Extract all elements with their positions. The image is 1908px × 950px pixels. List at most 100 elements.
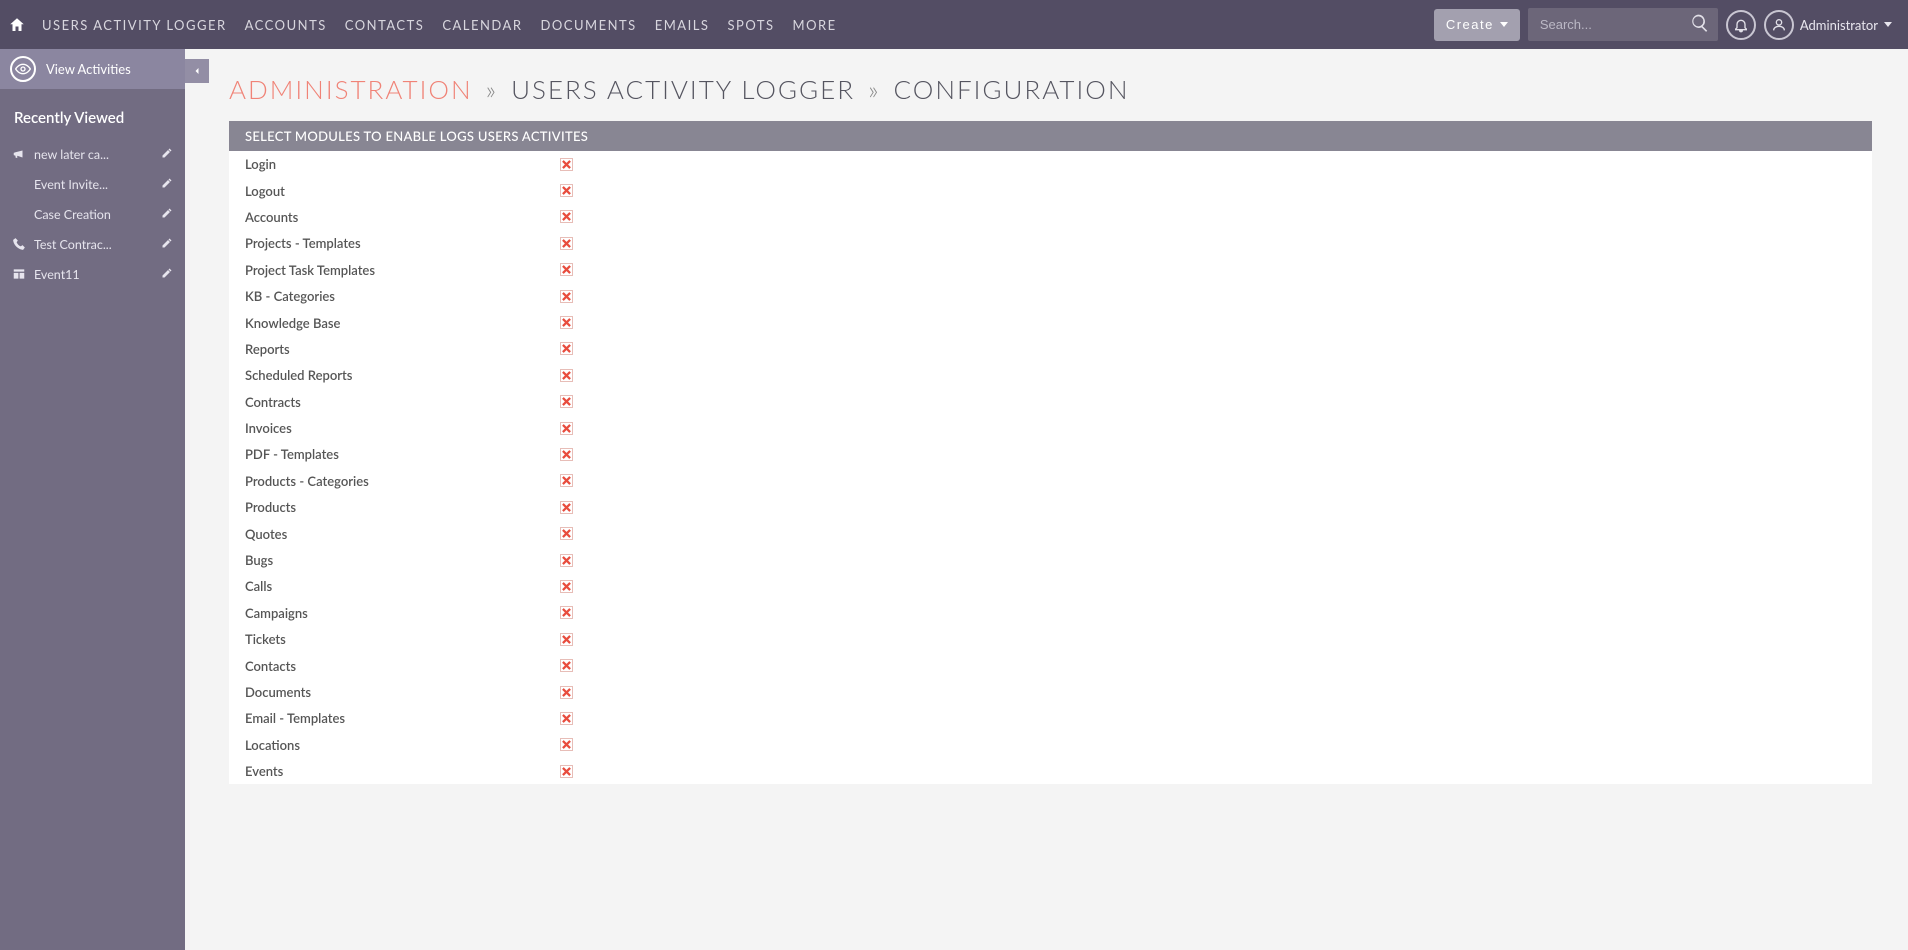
edit-icon[interactable]	[161, 267, 173, 282]
recent-item[interactable]: Event Invite...	[0, 169, 185, 199]
caret-down-icon	[1884, 22, 1892, 27]
recent-item[interactable]: new later ca...	[0, 139, 185, 169]
sidebar-tab-label: View Activities	[46, 61, 131, 77]
nav-item-emails[interactable]: Emails	[646, 0, 719, 49]
nav-item-users-activity-logger[interactable]: Users Activity Logger	[33, 0, 236, 49]
recent-item-label: new later ca...	[34, 147, 109, 162]
top-navbar: Users Activity LoggerAccountsContactsCal…	[0, 0, 1908, 49]
module-toggle-disabled[interactable]	[560, 263, 573, 276]
module-toggle-disabled[interactable]	[560, 738, 573, 751]
edit-icon[interactable]	[161, 147, 173, 162]
module-name: Email - Templates	[229, 710, 555, 726]
module-row: Documents	[229, 679, 1872, 705]
edit-icon[interactable]	[161, 177, 173, 192]
module-name: Projects - Templates	[229, 235, 555, 251]
module-toggle-disabled[interactable]	[560, 474, 573, 487]
breadcrumb-admin-link[interactable]: Administration	[229, 73, 473, 105]
sidebar: View Activities Recently Viewed new late…	[0, 49, 185, 950]
module-toggle-disabled[interactable]	[560, 686, 573, 699]
module-row: Logout	[229, 177, 1872, 203]
nav-item-contacts[interactable]: Contacts	[336, 0, 434, 49]
search-box[interactable]	[1528, 8, 1718, 41]
nav-item-accounts[interactable]: Accounts	[236, 0, 336, 49]
module-row: Knowledge Base	[229, 309, 1872, 335]
search-icon[interactable]	[1690, 13, 1710, 36]
module-toggle-disabled[interactable]	[560, 554, 573, 567]
recent-item[interactable]: Event11	[0, 259, 185, 289]
module-toggle-disabled[interactable]	[560, 527, 573, 540]
module-row: Calls	[229, 573, 1872, 599]
recent-list: new later ca... Event Invite... Case Creat…	[0, 139, 185, 289]
module-name: Knowledge Base	[229, 315, 555, 331]
module-toggle-disabled[interactable]	[560, 422, 573, 435]
sidebar-tab-view-activities[interactable]: View Activities	[0, 49, 185, 89]
module-toggle-disabled[interactable]	[560, 765, 573, 778]
module-name: PDF - Templates	[229, 446, 555, 462]
module-row: Scheduled Reports	[229, 362, 1872, 388]
module-toggle-disabled[interactable]	[560, 501, 573, 514]
module-toggle-disabled[interactable]	[560, 633, 573, 646]
nav-item-spots[interactable]: Spots	[718, 0, 783, 49]
module-name: Accounts	[229, 209, 555, 225]
module-name: Tickets	[229, 631, 555, 647]
recent-item-label: Test Contrac...	[34, 237, 112, 252]
nav-item-documents[interactable]: Documents	[532, 0, 646, 49]
module-row: Products	[229, 494, 1872, 520]
module-row: Contacts	[229, 652, 1872, 678]
user-menu-label: Administrator	[1800, 17, 1878, 33]
module-row: KB - Categories	[229, 283, 1872, 309]
notifications-icon[interactable]	[1726, 10, 1756, 40]
home-icon[interactable]	[0, 0, 33, 49]
module-toggle-disabled[interactable]	[560, 184, 573, 197]
module-name: Reports	[229, 341, 555, 357]
caret-down-icon	[1500, 22, 1508, 27]
module-row: Events	[229, 758, 1872, 784]
recent-item-label: Event Invite...	[34, 177, 108, 192]
module-toggle-disabled[interactable]	[560, 580, 573, 593]
module-toggle-disabled[interactable]	[560, 237, 573, 250]
create-button-label: Create	[1446, 17, 1494, 32]
module-row: Email - Templates	[229, 705, 1872, 731]
module-row: Bugs	[229, 547, 1872, 573]
create-button[interactable]: Create	[1434, 9, 1520, 41]
module-name: Project Task Templates	[229, 262, 555, 278]
module-row: Accounts	[229, 204, 1872, 230]
module-toggle-disabled[interactable]	[560, 210, 573, 223]
recent-item-label: Event11	[34, 267, 80, 282]
module-name: Quotes	[229, 526, 555, 542]
edit-icon[interactable]	[161, 237, 173, 252]
module-toggle-disabled[interactable]	[560, 448, 573, 461]
module-row: Login	[229, 151, 1872, 177]
module-name: Documents	[229, 684, 555, 700]
module-toggle-disabled[interactable]	[560, 659, 573, 672]
module-toggle-disabled[interactable]	[560, 316, 573, 329]
recent-item[interactable]: Test Contrac...	[0, 229, 185, 259]
topbar-right: Create Administrator	[1434, 8, 1908, 41]
module-toggle-disabled[interactable]	[560, 395, 573, 408]
breadcrumb-leaf: Configuration	[893, 73, 1129, 105]
search-input[interactable]	[1540, 17, 1690, 32]
module-toggle-disabled[interactable]	[560, 606, 573, 619]
breadcrumb-separator: »	[486, 73, 498, 105]
eye-icon	[10, 56, 36, 82]
edit-icon[interactable]	[161, 207, 173, 222]
panel-header: SELECT MODULES TO ENABLE LOGS USERS ACTI…	[229, 121, 1872, 151]
recent-item[interactable]: Case Creation	[0, 199, 185, 229]
module-name: Logout	[229, 183, 555, 199]
module-toggle-disabled[interactable]	[560, 712, 573, 725]
breadcrumb-mid: Users Activity Logger	[511, 73, 855, 105]
sidebar-recent-heading: Recently Viewed	[0, 89, 185, 139]
nav-item-more[interactable]: More	[784, 0, 846, 49]
module-toggle-disabled[interactable]	[560, 290, 573, 303]
user-menu[interactable]: Administrator	[1764, 10, 1892, 40]
module-toggle-disabled[interactable]	[560, 158, 573, 171]
nav-item-calendar[interactable]: Calendar	[433, 0, 531, 49]
module-row: Contracts	[229, 389, 1872, 415]
module-row: Locations	[229, 732, 1872, 758]
module-name: Calls	[229, 578, 555, 594]
module-toggle-disabled[interactable]	[560, 342, 573, 355]
module-row: Campaigns	[229, 600, 1872, 626]
module-row: Project Task Templates	[229, 257, 1872, 283]
module-name: Scheduled Reports	[229, 367, 555, 383]
module-toggle-disabled[interactable]	[560, 369, 573, 382]
